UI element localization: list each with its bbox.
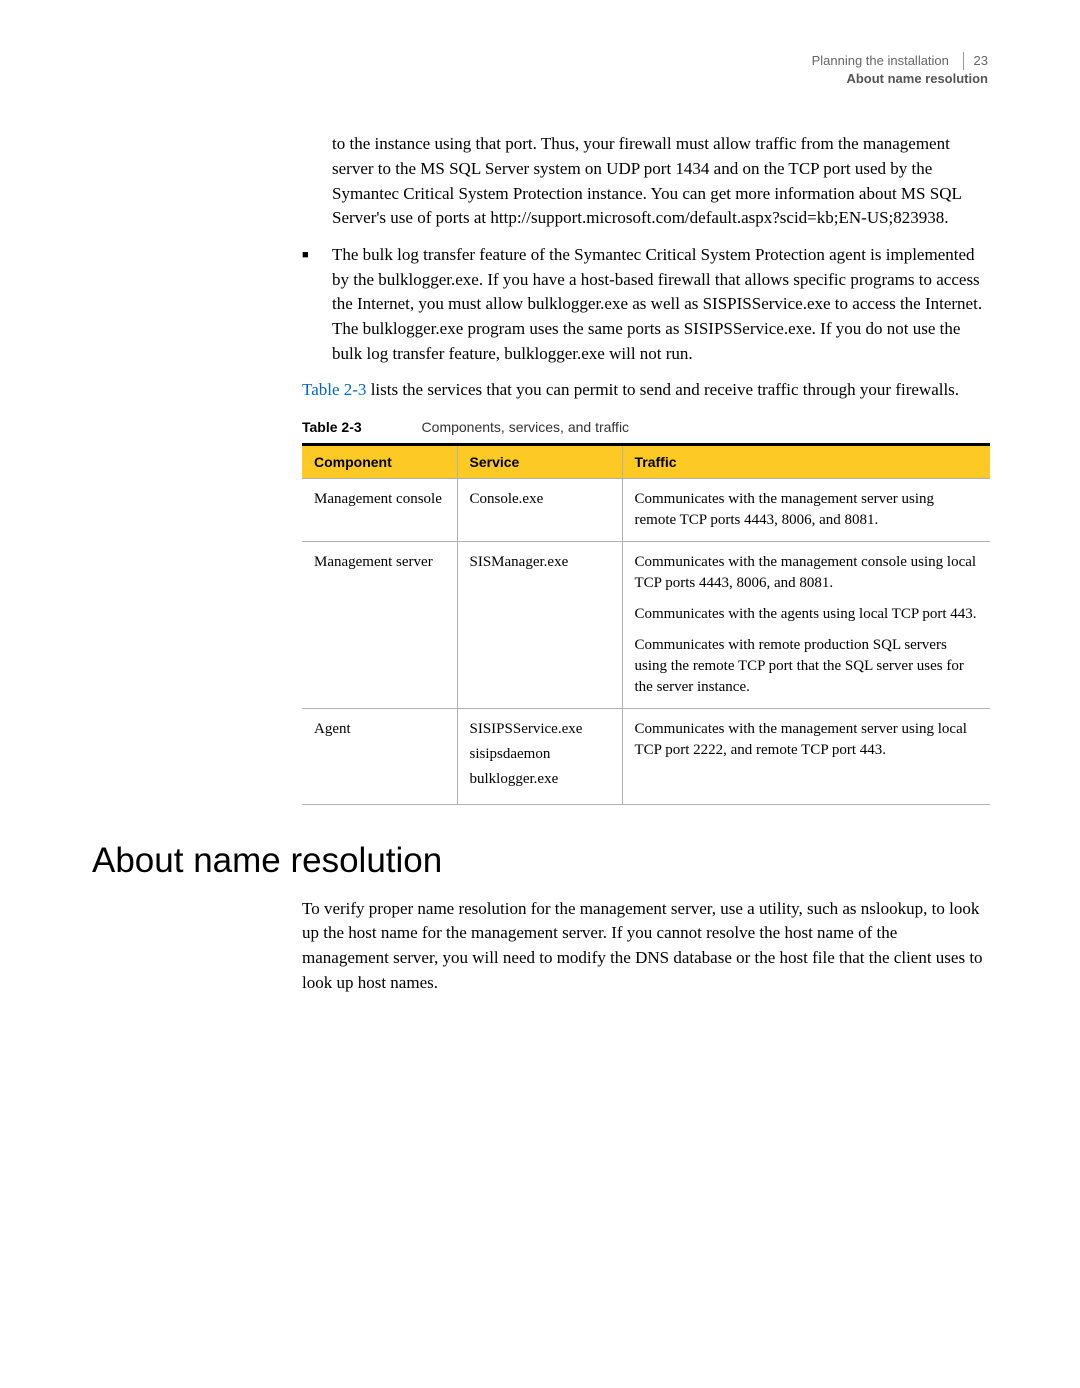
cell-traffic: Communicates with the management server … <box>622 478 990 541</box>
service-name: SISIPSService.exe <box>470 719 610 740</box>
table-header-component: Component <box>302 444 457 478</box>
service-name: bulklogger.exe <box>470 769 610 790</box>
table-caption-title: Components, services, and traffic <box>422 419 630 435</box>
table-header-service: Service <box>457 444 622 478</box>
table-header-traffic: Traffic <box>622 444 990 478</box>
header-chapter-line: Planning the installation 23 <box>92 52 988 70</box>
cell-service: SISManager.exe <box>457 541 622 708</box>
service-name: sisipsdaemon <box>470 744 610 765</box>
header-chapter: Planning the installation <box>812 53 949 68</box>
cell-component: Management server <box>302 541 457 708</box>
table-caption: Table 2-3 Components, services, and traf… <box>302 419 988 435</box>
bullet-text: The bulk log transfer feature of the Sym… <box>332 243 988 366</box>
table-row: Management console Console.exe Communica… <box>302 478 990 541</box>
page-header: Planning the installation 23 About name … <box>92 52 988 88</box>
cell-service: Console.exe <box>457 478 622 541</box>
table-reference-paragraph: Table 2-3 lists the services that you ca… <box>302 378 988 403</box>
cell-component: Management console <box>302 478 457 541</box>
bullet-item: ■ The bulk log transfer feature of the S… <box>302 243 988 366</box>
section-heading: About name resolution <box>92 841 988 881</box>
intro-block: to the instance using that port. Thus, y… <box>302 132 988 402</box>
page-number: 23 <box>963 52 988 70</box>
page-container: Planning the installation 23 About name … <box>0 0 1080 1067</box>
table-row: Agent SISIPSService.exe sisipsdaemon bul… <box>302 708 990 804</box>
intro-paragraph-continuation: to the instance using that port. Thus, y… <box>332 132 988 231</box>
table-reference-link[interactable]: Table 2-3 <box>302 380 366 399</box>
cell-component: Agent <box>302 708 457 804</box>
table-header-row: Component Service Traffic <box>302 444 990 478</box>
traffic-paragraph: Communicates with the agents using local… <box>635 604 979 625</box>
traffic-paragraph: Communicates with remote production SQL … <box>635 635 979 698</box>
table-row: Management server SISManager.exe Communi… <box>302 541 990 708</box>
components-table: Component Service Traffic Management con… <box>302 443 990 805</box>
table-caption-number: Table 2-3 <box>302 419 362 435</box>
table-reference-rest: lists the services that you can permit t… <box>366 380 959 399</box>
section-paragraph: To verify proper name resolution for the… <box>302 897 988 996</box>
traffic-paragraph: Communicates with the management console… <box>635 552 979 594</box>
section-body: To verify proper name resolution for the… <box>302 897 988 996</box>
header-section: About name resolution <box>92 70 988 88</box>
bullet-icon: ■ <box>302 243 332 366</box>
cell-traffic: Communicates with the management server … <box>622 708 990 804</box>
cell-service: SISIPSService.exe sisipsdaemon bulklogge… <box>457 708 622 804</box>
cell-traffic: Communicates with the management console… <box>622 541 990 708</box>
